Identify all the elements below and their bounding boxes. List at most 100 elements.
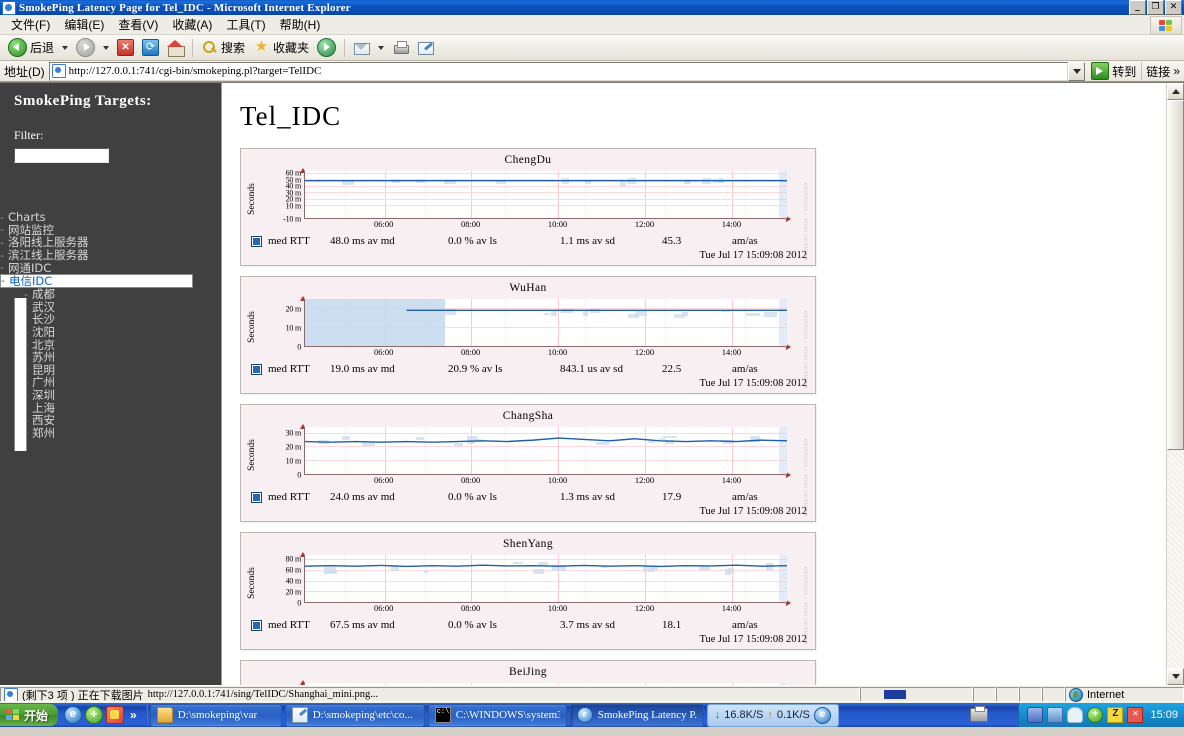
graph-title: BeiJing: [509, 666, 547, 678]
media-button[interactable]: [313, 37, 340, 58]
y-axis-label: Seconds: [247, 439, 258, 471]
y-axis-ticks: 20 m 10 m 0: [259, 296, 302, 358]
filter-input[interactable]: [14, 148, 109, 163]
scroll-up-button[interactable]: [1167, 83, 1184, 100]
tree-item-label[interactable]: 郑州: [32, 425, 55, 441]
quicklaunch-chevron-icon[interactable]: »: [127, 708, 140, 722]
globe-icon: [1069, 687, 1083, 702]
y-axis-label: Seconds: [247, 311, 258, 343]
taskbar-window-button[interactable]: C:\WINDOWS\system32...: [427, 703, 567, 727]
links-button[interactable]: 链接 »: [1141, 62, 1184, 80]
menu-favorites[interactable]: 收藏(A): [165, 14, 219, 35]
back-dropdown-icon[interactable]: [62, 45, 69, 50]
graph-title: WuHan: [509, 282, 547, 294]
refresh-button[interactable]: [138, 37, 163, 58]
tree-bullet-icon: -: [0, 261, 4, 275]
windows-logo-icon: [1150, 16, 1182, 35]
legend-avg-stddev: 1.1 ms av sd: [560, 235, 615, 247]
close-button[interactable]: ✕: [1165, 0, 1182, 15]
scrollbar-thumb[interactable]: [1167, 100, 1184, 450]
quicklaunch-green-icon[interactable]: [85, 706, 104, 724]
folder-icon: [156, 707, 173, 723]
tray-cloud-icon[interactable]: [1067, 707, 1084, 723]
legend-am-as-label: am/as: [732, 235, 758, 247]
stop-button[interactable]: [113, 37, 138, 58]
graph-panel[interactable]: WuHan Seconds 20 m 10 m 0 06:00 08:00 10:00 12:0…: [240, 276, 816, 394]
menu-file[interactable]: 文件(F): [4, 14, 57, 35]
download-speed: 16.8K/S: [724, 709, 764, 721]
legend-series-name: med RTT: [268, 363, 310, 375]
taskbar-window-button[interactable]: D:\smokeping\etc\co...: [284, 703, 425, 727]
y-axis-tick: 30 m: [285, 428, 302, 438]
x-axis-tick: 12:00: [634, 219, 655, 229]
address-input[interactable]: http://127.0.0.1:741/cgi-bin/smokeping.p…: [48, 61, 1069, 81]
mail-button[interactable]: [349, 37, 374, 58]
target-tree: - Charts - 网站监控 - 洛阳线上服务器 - 滨江线上服务器 - 网通IDC - 电信IDC…: [0, 210, 221, 441]
tree-item-group[interactable]: - 电信IDC: [0, 273, 193, 288]
search-button[interactable]: 搜索: [197, 37, 249, 58]
graph-canvas[interactable]: [304, 299, 787, 347]
go-label: 转到: [1112, 64, 1137, 79]
edit-button[interactable]: [413, 37, 438, 58]
tree-bullet-icon: -: [0, 210, 4, 224]
links-label: 链接: [1146, 64, 1171, 79]
star-icon: ★: [254, 38, 269, 55]
graph-canvas[interactable]: [304, 171, 787, 219]
taskbar-window-button[interactable]: D:\smokeping\var: [149, 703, 282, 727]
x-axis-tick: 14:00: [721, 347, 742, 357]
tree-selection-rail: [14, 298, 27, 452]
caret-down-icon: [1171, 674, 1180, 679]
mail-dropdown-icon[interactable]: [378, 45, 385, 50]
scroll-down-button[interactable]: [1167, 668, 1184, 685]
netspeed-widget[interactable]: ↓ 16.8K/S ↑ 0.1K/S: [706, 703, 839, 727]
x-axis-tick: 06:00: [374, 219, 394, 229]
status-pane-4: [1042, 687, 1065, 702]
graph-canvas[interactable]: [304, 427, 787, 475]
quicklaunch-ie-icon[interactable]: [64, 706, 83, 724]
home-button[interactable]: [163, 37, 188, 58]
links-chevron-icon: »: [1173, 64, 1180, 78]
forward-arrow-icon: [76, 38, 96, 57]
menu-view[interactable]: 查看(V): [111, 14, 165, 35]
graph-panel[interactable]: BeiJing Seconds10 m006:0008:0010:0012:001…: [240, 660, 816, 685]
printer-icon: [392, 39, 410, 56]
restore-button[interactable]: ❐: [1147, 0, 1164, 15]
tray-network2-icon[interactable]: [1047, 707, 1064, 723]
graph-canvas[interactable]: [304, 683, 787, 685]
forward-dropdown-icon[interactable]: [103, 45, 110, 50]
graph-panel[interactable]: ChengDu Seconds 60 m 50 m 40 m 30 m 20 m 10 m -1…: [240, 148, 816, 266]
graph-timestamp: Tue Jul 17 15:09:08 2012: [699, 250, 807, 261]
page-vertical-scrollbar[interactable]: [1166, 83, 1184, 685]
address-dropdown-button[interactable]: [1068, 61, 1086, 81]
back-button[interactable]: 后退: [4, 37, 58, 58]
legend-color-swatch: [251, 235, 262, 247]
forward-button[interactable]: [72, 37, 99, 58]
graph-panel[interactable]: ShenYang Seconds 80 m 60 m 40 m 20 m 0 06:00 08:…: [240, 532, 816, 650]
y-axis-ticks: 80 m 60 m 40 m 20 m0: [259, 552, 302, 614]
tray-network-icon[interactable]: [1027, 707, 1044, 723]
tray-z-icon[interactable]: [1107, 707, 1124, 723]
status-pane-1: [973, 687, 996, 702]
minimize-button[interactable]: _: [1129, 0, 1146, 15]
graph-panel[interactable]: ChangSha Seconds 30 m 20 m 10 m 0 06:00 08:00 10…: [240, 404, 816, 522]
tray-close-icon[interactable]: [1127, 707, 1144, 723]
legend-avg-stddev: 3.7 ms av sd: [560, 619, 615, 631]
taskbar-button-label: C:\WINDOWS\system32...: [455, 709, 560, 721]
go-button[interactable]: 转到: [1089, 62, 1141, 80]
taskbar-window-button[interactable]: SmokePing Latency P...: [569, 703, 704, 727]
start-button[interactable]: 开始: [0, 704, 59, 726]
print-button[interactable]: [388, 37, 413, 58]
y-axis-tick: 60 m: [285, 565, 302, 575]
menu-help[interactable]: 帮助(H): [273, 14, 328, 35]
system-clock[interactable]: 15:09: [1150, 709, 1178, 721]
favorites-button[interactable]: ★ 收藏夹: [249, 37, 313, 58]
graph-timestamp: Tue Jul 17 15:09:08 2012: [699, 506, 807, 517]
menu-edit[interactable]: 编辑(E): [57, 14, 111, 35]
task-button-group: D:\smokeping\var D:\smokeping\etc\co... C:…: [149, 703, 707, 727]
menu-tools[interactable]: 工具(T): [219, 14, 272, 35]
graph-canvas[interactable]: [304, 555, 787, 603]
quicklaunch-red-icon[interactable]: [106, 706, 125, 724]
address-label: 地址(D): [4, 64, 45, 79]
tray-shield-icon[interactable]: [1087, 707, 1104, 723]
tree-item-child[interactable]: -郑州: [0, 425, 221, 441]
